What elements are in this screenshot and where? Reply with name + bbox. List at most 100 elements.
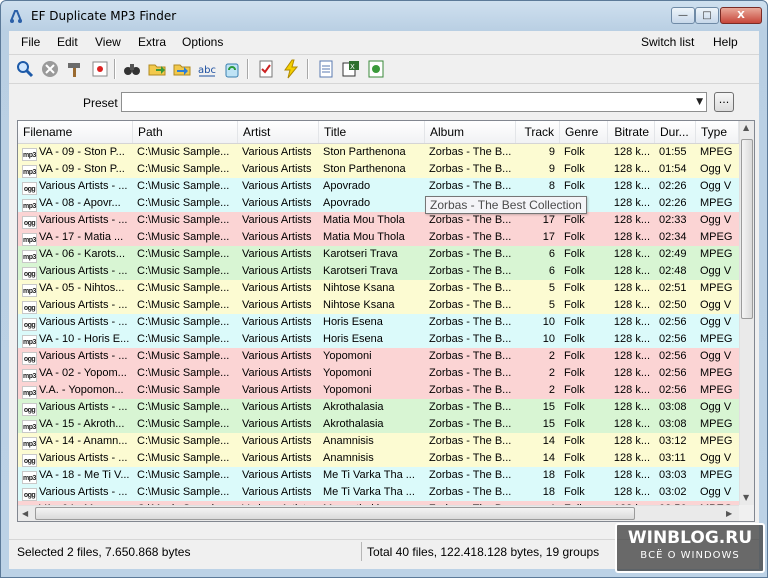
filename-text: Various Artists - ...	[39, 316, 128, 328]
cell-path: C:\Music Sample...	[137, 299, 230, 311]
cell-type: Ogg V	[700, 214, 732, 226]
scroll-right-icon[interactable]: ▶	[726, 509, 732, 518]
horizontal-scrollbar[interactable]: ◀ ▶	[18, 505, 739, 521]
menu-switch-list[interactable]: Switch list	[641, 35, 694, 49]
scroll-up-icon[interactable]: ▲	[743, 123, 749, 132]
table-row[interactable]: ogg Various Artists - ... C:\Music Sample.…	[18, 450, 739, 467]
title-bar[interactable]: EF Duplicate MP3 Finder — □ X	[1, 1, 767, 31]
scroll-left-icon[interactable]: ◀	[22, 509, 28, 518]
menu-edit[interactable]: Edit	[57, 35, 78, 49]
cell-type: Ogg V	[700, 452, 732, 464]
column-header-artist[interactable]: Artist	[238, 121, 319, 143]
save-icon[interactable]	[366, 59, 386, 79]
table-row[interactable]: mp3 VA - 15 - Akroth... C:\Music Sample...…	[18, 416, 739, 433]
menu-options[interactable]: Options	[182, 35, 223, 49]
maximize-button[interactable]: □	[695, 7, 719, 24]
table-row[interactable]: mp3 VA - 08 - Apovr... C:\Music Sample... V…	[18, 195, 739, 212]
menu-extra[interactable]: Extra	[138, 35, 166, 49]
table-row[interactable]: mp3 VA - 05 - Nihtos... C:\Music Sample...…	[18, 280, 739, 297]
column-header-type[interactable]: Type	[696, 121, 739, 143]
minimize-button[interactable]: —	[671, 7, 695, 24]
table-row[interactable]: mp3 VA - 14 - Anamn... C:\Music Sample... V…	[18, 433, 739, 450]
table-row[interactable]: ogg Various Artists - ... C:\Music Sample.…	[18, 263, 739, 280]
table-row[interactable]: ogg Various Artists - ... C:\Music Sample.…	[18, 399, 739, 416]
table-row[interactable]: mp3 VA - 17 - Matia ... C:\Music Sample...…	[18, 229, 739, 246]
filename-text: Various Artists - ...	[39, 452, 128, 464]
vertical-scrollbar[interactable]: ▲ ▼	[739, 121, 754, 505]
export-icon[interactable]: X	[341, 59, 361, 79]
column-header-genre[interactable]: Genre	[560, 121, 608, 143]
cell-path: C:\Music Sample...	[137, 248, 230, 260]
table-row[interactable]: mp3 V.A. - Yopomon... C:\Music Sample Vario…	[18, 382, 739, 399]
cell-path: C:\Music Sample...	[137, 163, 230, 175]
table-row[interactable]: mp3 VA - 09 - Ston P... C:\Music Sample...…	[18, 161, 739, 178]
search-icon[interactable]	[15, 59, 35, 79]
cell-track: 2	[548, 384, 555, 396]
menu-file[interactable]: File	[21, 35, 40, 49]
cell-type: Ogg V	[700, 299, 732, 311]
column-header-track[interactable]: Track	[516, 121, 560, 143]
cell-track: 14	[542, 452, 555, 464]
column-header-filename[interactable]: Filename	[18, 121, 133, 143]
binoculars-icon[interactable]	[122, 59, 142, 79]
column-header-bitrate[interactable]: Bitrate	[608, 121, 655, 143]
table-row[interactable]: mp3 VA - 18 - Me Ti V... C:\Music Sample..…	[18, 467, 739, 484]
vertical-scroll-thumb[interactable]	[741, 139, 753, 319]
filename-text: VA - 14 - Anamn...	[39, 435, 128, 447]
cell-filename: ogg Various Artists - ...	[18, 450, 133, 467]
cell-artist: Various Artists	[242, 435, 312, 447]
cell-artist: Various Artists	[242, 197, 312, 209]
cell-type: Ogg V	[700, 316, 732, 328]
column-header-title[interactable]: Title	[319, 121, 425, 143]
album-tooltip: Zorbas - The Best Collection	[425, 196, 587, 214]
column-header-duration[interactable]: Dur...	[655, 121, 696, 143]
stop-icon[interactable]	[40, 59, 60, 79]
filename-text: Various Artists - ...	[39, 486, 128, 498]
cell-artist: Various Artists	[242, 452, 312, 464]
checklist-icon[interactable]	[256, 59, 276, 79]
menu-help[interactable]: Help	[713, 35, 738, 49]
table-row[interactable]: ogg Various Artists - ... C:\Music Sample.…	[18, 212, 739, 229]
move-icon[interactable]	[172, 59, 192, 79]
cell-filename: mp3 VA - 08 - Apovr...	[18, 195, 133, 212]
close-button[interactable]: X	[720, 7, 762, 24]
cell-duration: 02:56	[659, 384, 687, 396]
lightning-icon[interactable]	[281, 59, 301, 79]
cell-title: Matia Mou Thola	[323, 214, 405, 226]
table-row[interactable]: ogg Various Artists - ... C:\Music Sample.…	[18, 484, 739, 501]
horizontal-scroll-thumb[interactable]	[35, 507, 635, 520]
file-type-icon: ogg	[22, 301, 37, 314]
cell-filename: mp3 V.A. - Yopomon...	[18, 382, 133, 399]
chevron-down-icon[interactable]: ▼	[696, 97, 703, 107]
recycle-icon[interactable]	[222, 59, 242, 79]
document-icon[interactable]	[316, 59, 336, 79]
folder-open-icon[interactable]	[147, 59, 167, 79]
table-row[interactable]: ogg Various Artists - ... C:\Music Sample.…	[18, 178, 739, 195]
table-row[interactable]: mp3 VA - 02 - Yopom... C:\Music Sample... V…	[18, 365, 739, 382]
duplicate-list[interactable]: Filename Path Artist Title Album Track Genre Bi…	[17, 120, 755, 522]
rename-icon[interactable]: abc	[197, 59, 217, 79]
preset-dropdown[interactable]: ▼	[121, 92, 707, 112]
cell-title: Ston Parthenona	[323, 146, 406, 158]
table-row[interactable]: mp3 VA - 10 - Horis E... C:\Music Sample..…	[18, 331, 739, 348]
scroll-down-icon[interactable]: ▼	[743, 493, 749, 502]
filename-text: VA - 15 - Akroth...	[39, 418, 125, 430]
filename-text: VA - 18 - Me Ti V...	[39, 469, 130, 481]
cell-title: Me Ti Varka Tha ...	[323, 469, 415, 481]
column-header-path[interactable]: Path	[133, 121, 238, 143]
cell-duration: 02:26	[659, 180, 687, 192]
column-header-album[interactable]: Album	[425, 121, 516, 143]
table-row[interactable]: ogg Various Artists - ... C:\Music Sample.…	[18, 348, 739, 365]
cell-type: MPEG	[700, 384, 733, 396]
settings-icon[interactable]	[90, 59, 110, 79]
menu-view[interactable]: View	[95, 35, 121, 49]
hammer-icon[interactable]	[65, 59, 85, 79]
table-row[interactable]: ogg Various Artists - ... C:\Music Sample.…	[18, 297, 739, 314]
table-row[interactable]: ogg Various Artists - ... C:\Music Sample.…	[18, 314, 739, 331]
file-type-icon: mp3	[22, 199, 37, 212]
table-row[interactable]: mp3 VA - 06 - Karots... C:\Music Sample...…	[18, 246, 739, 263]
table-row[interactable]: mp3 VA - 09 - Ston P... C:\Music Sample...…	[18, 144, 739, 161]
cell-genre: Folk	[564, 452, 585, 464]
watermark: WINBLOG.RU ВСЁ О WINDOWS	[615, 523, 765, 573]
preset-browse-button[interactable]: ...	[714, 92, 734, 112]
